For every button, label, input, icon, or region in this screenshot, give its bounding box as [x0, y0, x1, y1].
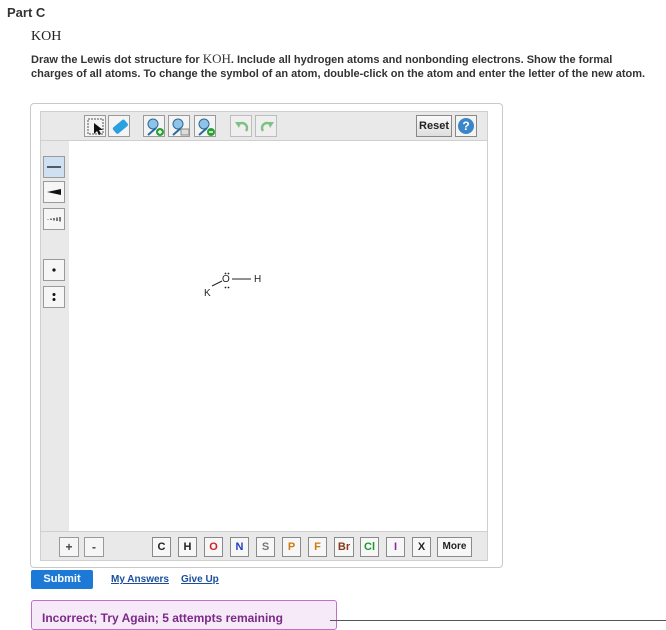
positive-charge-button[interactable]: +	[59, 537, 79, 557]
feedback-text: Incorrect; Try Again; 5 attempts remaini…	[42, 611, 283, 625]
hash-bond-icon	[47, 217, 61, 222]
single-electron-button[interactable]	[43, 259, 65, 281]
part-title: Part C	[7, 5, 46, 20]
zoom-out-button[interactable]	[194, 115, 216, 137]
feedback-message: Incorrect; Try Again; 5 attempts remaini…	[31, 600, 337, 630]
select-tool-icon	[87, 118, 104, 135]
zoom-out-icon	[198, 118, 215, 136]
give-up-link[interactable]: Give Up	[181, 574, 219, 585]
electron-pair-button[interactable]	[43, 286, 65, 308]
reset-button[interactable]: Reset	[416, 115, 452, 137]
submit-button[interactable]: Submit	[31, 570, 93, 589]
element-button-n[interactable]: N	[230, 537, 249, 557]
instructions-before: Draw the Lewis dot structure for	[31, 54, 203, 66]
question-instructions: Draw the Lewis dot structure for KOH. In…	[31, 52, 656, 81]
question-name: KOH	[31, 29, 62, 44]
zoom-in-icon	[147, 118, 164, 136]
element-button-h[interactable]: H	[178, 537, 197, 557]
hash-bond-button[interactable]	[43, 208, 65, 230]
divider	[330, 620, 666, 621]
atom-o[interactable]: O	[222, 274, 230, 285]
help-button[interactable]: ?	[455, 115, 477, 137]
instructions-formula: KOH	[202, 51, 231, 66]
element-button-f[interactable]: F	[308, 537, 327, 557]
zoom-reset-icon	[172, 118, 190, 136]
eraser-icon	[112, 119, 128, 134]
undo-icon	[235, 121, 249, 132]
select-tool-button[interactable]	[84, 115, 106, 137]
negative-charge-button[interactable]: -	[84, 537, 104, 557]
molecule-bonds	[211, 272, 251, 289]
zoom-reset-button[interactable]	[168, 115, 190, 137]
eraser-button[interactable]	[108, 115, 130, 137]
element-button-i[interactable]: I	[386, 537, 405, 557]
element-button-x[interactable]: X	[412, 537, 431, 557]
redo-icon	[260, 121, 274, 132]
electron-pair-icon	[52, 293, 56, 301]
element-button-c[interactable]: C	[152, 537, 171, 557]
element-button-p[interactable]: P	[282, 537, 301, 557]
element-button-cl[interactable]: Cl	[360, 537, 379, 557]
atom-h[interactable]: H	[254, 274, 261, 285]
my-answers-link[interactable]: My Answers	[111, 574, 169, 585]
element-button-s[interactable]: S	[256, 537, 275, 557]
drawing-canvas[interactable]	[69, 141, 488, 531]
help-icon: ?	[458, 118, 474, 134]
wedge-bond-button[interactable]	[43, 181, 65, 203]
single-bond-icon	[47, 166, 61, 168]
more-elements-button[interactable]: More	[437, 537, 472, 557]
element-button-br[interactable]: Br	[334, 537, 354, 557]
element-button-o[interactable]: O	[204, 537, 223, 557]
zoom-in-button[interactable]	[143, 115, 165, 137]
single-electron-icon	[52, 268, 56, 272]
wedge-bond-icon	[47, 189, 61, 195]
single-bond-button[interactable]	[43, 156, 65, 178]
redo-button[interactable]	[255, 115, 277, 137]
undo-button[interactable]	[230, 115, 252, 137]
